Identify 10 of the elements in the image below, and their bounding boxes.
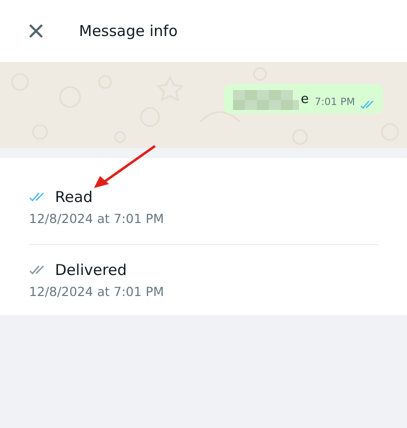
annotation-arrow	[92, 144, 158, 190]
blurred-text-drawing	[232, 90, 299, 110]
status-label: Read	[55, 188, 93, 206]
status-label: Delivered	[55, 261, 127, 279]
window-title: Message info	[79, 22, 178, 40]
status-time: 12/8/2024 at 7:01 PM	[29, 211, 165, 226]
close-icon[interactable]	[29, 24, 43, 38]
status-time: 12/8/2024 at 7:01 PM	[29, 284, 165, 299]
message-text: e	[300, 91, 309, 109]
message-time: 7:01 PM	[314, 96, 355, 110]
